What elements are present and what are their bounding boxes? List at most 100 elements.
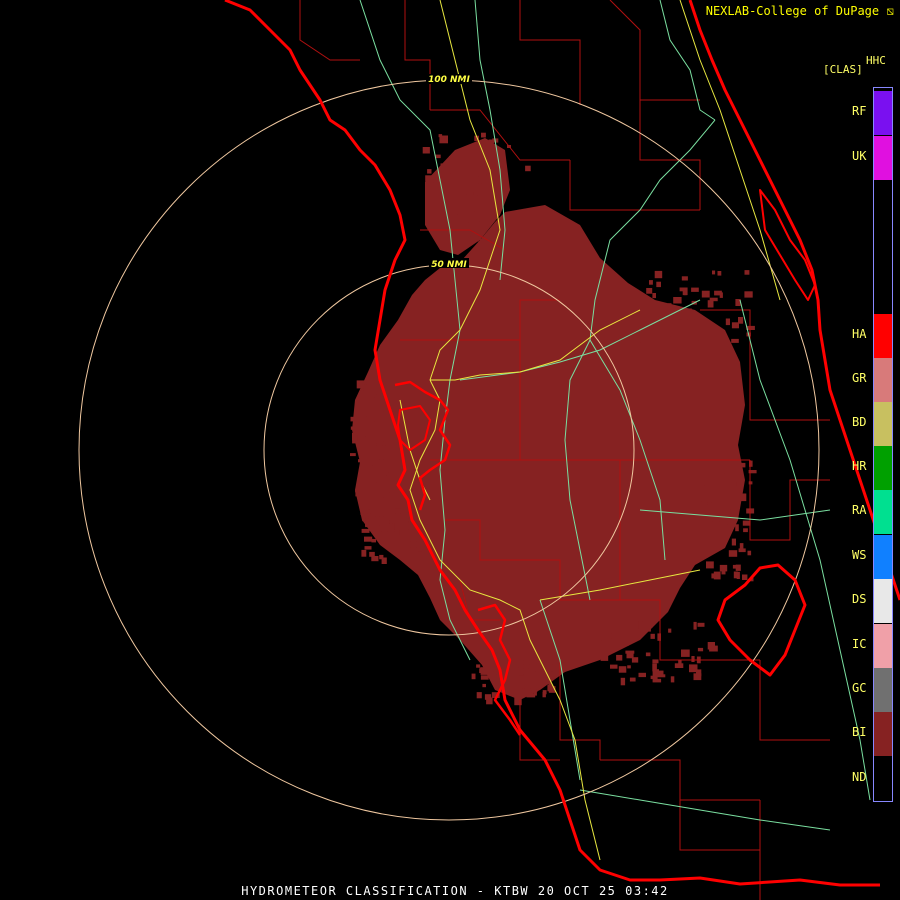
echo-speckle <box>627 665 631 669</box>
echo-speckle <box>533 689 537 696</box>
echo-speckle <box>697 647 704 652</box>
echo-speckle <box>402 526 408 530</box>
echo-speckle <box>350 426 358 430</box>
echo-speckle <box>703 479 708 486</box>
echo-speckle <box>514 697 522 706</box>
echo-speckle <box>742 574 748 580</box>
product-code: HHC <box>866 54 886 67</box>
echo-speckle <box>693 673 702 681</box>
echo-speckle <box>625 650 635 654</box>
legend-label-bi: BI <box>852 725 867 739</box>
echo-speckle <box>666 336 671 343</box>
echo-speckle <box>367 480 377 488</box>
echo-speckle <box>651 304 658 309</box>
echo-speckle <box>449 214 458 223</box>
echo-speckle <box>732 564 738 569</box>
echo-speckle <box>629 677 636 682</box>
echo-speckle <box>679 287 685 292</box>
echo-speckle <box>638 621 643 629</box>
echo-speckle <box>361 528 370 533</box>
echo-speckle <box>615 635 623 640</box>
echo-speckle <box>707 495 714 503</box>
legend-swatch-ws <box>874 535 892 579</box>
echo-speckle <box>600 654 609 661</box>
echo-speckle <box>482 683 486 688</box>
echo-speckle <box>403 518 409 523</box>
echo-speckle <box>364 546 372 550</box>
echo-speckle <box>744 270 750 275</box>
echo-speckle <box>427 169 432 174</box>
echo-speckle <box>693 621 697 630</box>
echo-speckle <box>646 288 653 294</box>
echo-speckle <box>523 660 530 665</box>
echo-speckle <box>717 271 722 276</box>
echo-speckle <box>366 413 372 417</box>
echo-speckle <box>691 287 699 292</box>
echo-speckle <box>383 406 389 412</box>
radar-map: 100 NMI 50 NMI <box>78 0 900 900</box>
lake-okeechobee <box>716 563 807 677</box>
legend-swatch-nd <box>874 757 892 801</box>
echo-speckle <box>707 300 714 308</box>
echo-speckle <box>388 471 394 477</box>
echo-speckle <box>638 672 646 678</box>
echo-speckle <box>492 225 497 233</box>
echo-region <box>350 132 757 706</box>
echo-speckle <box>381 557 387 564</box>
echo-speckle <box>422 147 430 154</box>
echo-speckle <box>610 664 618 669</box>
echo-speckle <box>361 513 371 517</box>
echo-speckle <box>479 668 483 674</box>
credit-header: NEXLAB-College of DuPage ⧅ <box>706 4 894 19</box>
echo-speckle <box>371 421 377 427</box>
echo-speckle <box>396 539 401 545</box>
echo-speckle <box>689 664 698 673</box>
range-ring-label-100: 100 NMI <box>428 75 470 85</box>
legend-swatch-hr <box>874 446 892 490</box>
echo-speckle <box>522 682 531 689</box>
echo-speckle <box>379 453 384 460</box>
legend-label-gr: GR <box>852 371 867 385</box>
echo-speckle <box>714 474 719 479</box>
echo-speckle <box>716 521 720 528</box>
echo-speckle <box>401 549 406 554</box>
echo-speckle <box>357 478 362 486</box>
echo-speckle <box>742 520 751 526</box>
echo-speckle <box>408 521 413 530</box>
echo-speckle <box>738 548 746 553</box>
legend-swatch-ic <box>874 624 892 668</box>
echo-speckle <box>706 561 714 569</box>
echo-speckle <box>650 675 658 680</box>
echo-speckle <box>656 281 661 288</box>
echo-speckle <box>697 622 705 627</box>
echo-speckle <box>352 432 358 441</box>
product-title: HYDROMETEOR CLASSIFICATION - KTBW 20 OCT… <box>241 884 669 898</box>
echo-speckle <box>691 656 695 662</box>
echo-speckle <box>724 509 731 517</box>
echo-speckle <box>374 394 379 400</box>
echo-speckle <box>418 551 422 559</box>
echo-speckle <box>522 224 530 231</box>
echo-speckle <box>438 134 443 138</box>
echo-speckle <box>389 523 395 530</box>
echo-speckle <box>506 685 515 694</box>
echo-speckle <box>484 178 488 187</box>
echo-speckle <box>474 207 483 215</box>
echo-speckle <box>719 492 727 496</box>
legend-swatch-ra <box>874 490 892 534</box>
echo-speckle <box>668 628 672 633</box>
range-ring-label-50: 50 NMI <box>431 260 467 270</box>
echo-speckle <box>440 163 444 170</box>
echo-speckle <box>361 549 367 557</box>
echo-speckle <box>674 327 681 333</box>
echo-speckle <box>476 664 481 668</box>
legend-swatch-uk <box>874 136 892 180</box>
echo-speckle <box>714 290 722 296</box>
echo-speckle <box>416 500 422 505</box>
echo-speckle <box>658 325 666 332</box>
echo-speckle <box>701 290 710 298</box>
echo-speckle <box>681 649 690 657</box>
echo-speckle <box>695 323 703 330</box>
indian-river-lagoon <box>759 189 816 301</box>
echo-speckle <box>381 531 388 539</box>
